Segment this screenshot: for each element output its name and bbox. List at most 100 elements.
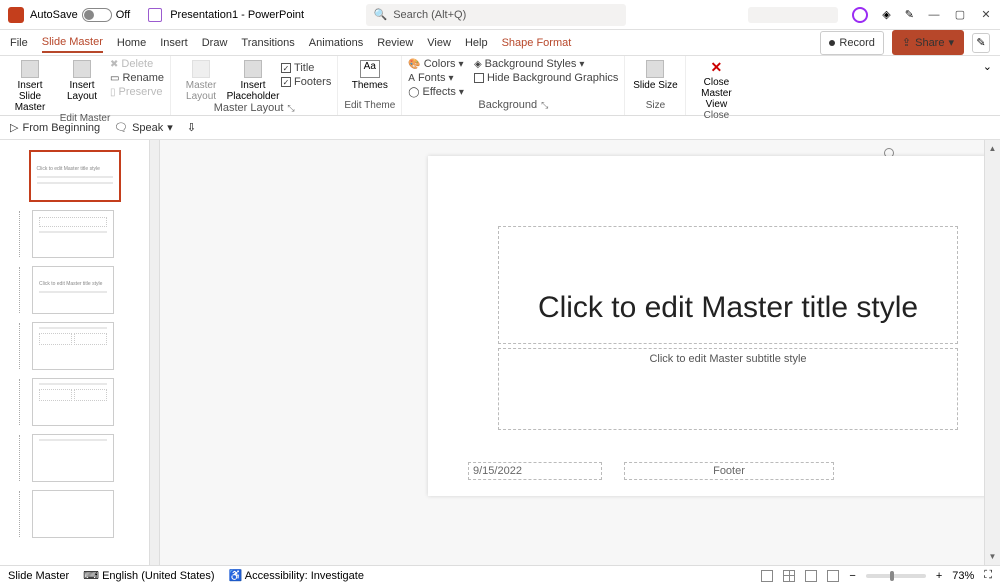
insert-placeholder-button[interactable]: Insert Placeholder xyxy=(229,58,277,102)
maximize-button[interactable]: ▢ xyxy=(954,9,966,21)
themes-label: Themes xyxy=(352,80,388,91)
master-thumbnail[interactable]: Click to edit Master title style xyxy=(29,150,121,202)
slide-size-icon xyxy=(646,60,664,78)
collapse-ribbon-button[interactable]: ⌄ xyxy=(975,56,1000,115)
accessibility-button[interactable]: ♿ Accessibility: Investigate xyxy=(229,569,364,582)
view-mode-label[interactable]: Slide Master xyxy=(8,570,69,582)
zoom-out-button[interactable]: − xyxy=(849,570,855,582)
tab-review[interactable]: Review xyxy=(377,34,413,52)
zoom-slider[interactable] xyxy=(866,574,926,578)
delete-button: ✖ Delete xyxy=(110,58,164,70)
comments-button[interactable]: ✎ xyxy=(972,33,990,53)
themes-icon: Aa xyxy=(360,60,380,78)
tab-insert[interactable]: Insert xyxy=(160,34,188,52)
footer-placeholder[interactable]: Footer xyxy=(624,462,834,480)
rename-button[interactable]: ▭ Rename xyxy=(110,72,164,84)
subtitle-placeholder-text: Click to edit Master subtitle style xyxy=(649,353,806,365)
language-button[interactable]: ⌨ English (United States) xyxy=(83,569,214,582)
hide-background-checkbox[interactable]: Hide Background Graphics xyxy=(474,72,618,84)
tab-view[interactable]: View xyxy=(427,34,451,52)
scroll-up-icon[interactable]: ▲ xyxy=(989,144,997,153)
slide[interactable]: Click to edit Master title style Click t… xyxy=(428,156,984,496)
subtitle-placeholder[interactable]: Click to edit Master subtitle style xyxy=(498,348,958,430)
layout-icon xyxy=(73,60,91,78)
master-layout-label: Master Layout xyxy=(177,80,225,102)
record-dot-icon xyxy=(829,40,835,46)
quick-access-bar: ▷ From Beginning 🗨 Speak ▾ ⇩ xyxy=(0,116,1000,140)
insert-layout-button[interactable]: Insert Layout xyxy=(58,58,106,102)
share-button[interactable]: ⇪ Share ▾ xyxy=(892,30,964,55)
themes-button[interactable]: Aa Themes xyxy=(346,58,394,91)
insert-placeholder-label: Insert Placeholder xyxy=(227,80,280,102)
overflow-button[interactable]: ⇩ xyxy=(187,121,196,134)
slideshow-view-button[interactable] xyxy=(827,570,839,582)
normal-view-button[interactable] xyxy=(761,570,773,582)
slide-master-icon xyxy=(21,60,39,78)
effects-button[interactable]: ◯ Effects ▾ xyxy=(408,86,464,98)
pen-icon[interactable]: ✎ xyxy=(905,8,914,21)
master-layout-button: Master Layout xyxy=(177,58,225,102)
powerpoint-icon xyxy=(8,7,24,23)
slide-canvas[interactable]: Click to edit Master title style Click t… xyxy=(160,140,984,565)
title-checkbox[interactable]: Title xyxy=(281,62,331,74)
layout-thumbnail[interactable] xyxy=(32,434,114,482)
zoom-in-button[interactable]: + xyxy=(936,570,942,582)
tab-animations[interactable]: Animations xyxy=(309,34,363,52)
tab-slide-master[interactable]: Slide Master xyxy=(42,33,103,53)
group-edit-master: Insert Slide Master Insert Layout ✖ Dele… xyxy=(0,56,171,115)
title-bar: AutoSave Off Presentation1 - PowerPoint … xyxy=(0,0,1000,30)
layout-thumbnail[interactable] xyxy=(32,210,114,258)
group-label: Edit Theme xyxy=(344,100,395,113)
insert-slide-master-button[interactable]: Insert Slide Master xyxy=(6,58,54,113)
save-icon[interactable] xyxy=(148,8,162,22)
tab-file[interactable]: File xyxy=(10,34,28,52)
group-close: ✕ Close Master View Close xyxy=(686,56,746,115)
colors-button[interactable]: 🎨 Colors ▾ xyxy=(408,58,464,70)
from-beginning-button[interactable]: ▷ From Beginning xyxy=(10,121,100,134)
footer-text: Footer xyxy=(713,465,745,477)
zoom-level[interactable]: 73% xyxy=(952,570,974,582)
record-button[interactable]: Record xyxy=(820,31,883,55)
fonts-button[interactable]: A Fonts ▾ xyxy=(408,72,464,84)
layout-thumbnail[interactable] xyxy=(32,322,114,370)
layout-thumbnail[interactable]: Click to edit Master title style xyxy=(32,266,114,314)
account-placeholder[interactable] xyxy=(748,7,838,23)
diamond-icon[interactable]: ◈ xyxy=(882,8,890,21)
slide-sorter-button[interactable] xyxy=(783,570,795,582)
reading-view-button[interactable] xyxy=(805,570,817,582)
title-placeholder[interactable]: Click to edit Master title style xyxy=(498,226,958,344)
search-icon: 🔍 xyxy=(374,8,388,21)
slide-size-button[interactable]: Slide Size xyxy=(631,58,679,91)
date-text: 9/15/2022 xyxy=(473,465,522,477)
layout-thumbnail[interactable] xyxy=(32,378,114,426)
group-label: Size xyxy=(646,100,665,113)
fit-to-window-button[interactable]: ⛶ xyxy=(984,569,992,582)
dialog-launcher-icon[interactable]: ⤡ xyxy=(287,103,294,113)
vertical-scrollbar[interactable]: ▲ ▼ xyxy=(984,140,1000,565)
dialog-launcher-icon[interactable]: ⤡ xyxy=(541,100,548,110)
scroll-down-icon[interactable]: ▼ xyxy=(989,552,997,561)
tab-draw[interactable]: Draw xyxy=(202,34,228,52)
footers-checkbox[interactable]: Footers xyxy=(281,76,331,88)
close-icon: ✕ xyxy=(711,60,723,75)
record-label: Record xyxy=(839,34,874,52)
tab-transitions[interactable]: Transitions xyxy=(241,34,294,52)
toggle-switch-icon[interactable] xyxy=(82,8,112,22)
close-master-view-button[interactable]: ✕ Close Master View xyxy=(692,58,740,110)
user-avatar[interactable] xyxy=(852,7,868,23)
tab-home[interactable]: Home xyxy=(117,34,146,52)
date-placeholder[interactable]: 9/15/2022 xyxy=(468,462,602,480)
insert-slide-master-label: Insert Slide Master xyxy=(6,80,54,113)
close-window-button[interactable]: ✕ xyxy=(980,9,992,21)
layout-thumbnail[interactable] xyxy=(32,490,114,538)
search-box[interactable]: 🔍 Search (Alt+Q) xyxy=(366,4,626,26)
background-styles-button[interactable]: ◈ Background Styles ▾ xyxy=(474,58,618,70)
minimize-button[interactable]: — xyxy=(928,9,940,21)
tab-help[interactable]: Help xyxy=(465,34,488,52)
autosave-toggle[interactable]: AutoSave Off xyxy=(30,8,130,22)
thumbnail-scrollbar[interactable] xyxy=(150,140,160,565)
tab-shape-format[interactable]: Shape Format xyxy=(502,34,572,52)
group-size: Slide Size Size xyxy=(625,56,686,115)
thumbnail-pane[interactable]: Click to edit Master title style Click t… xyxy=(0,140,150,565)
speak-button[interactable]: 🗨 Speak ▾ xyxy=(114,121,173,134)
